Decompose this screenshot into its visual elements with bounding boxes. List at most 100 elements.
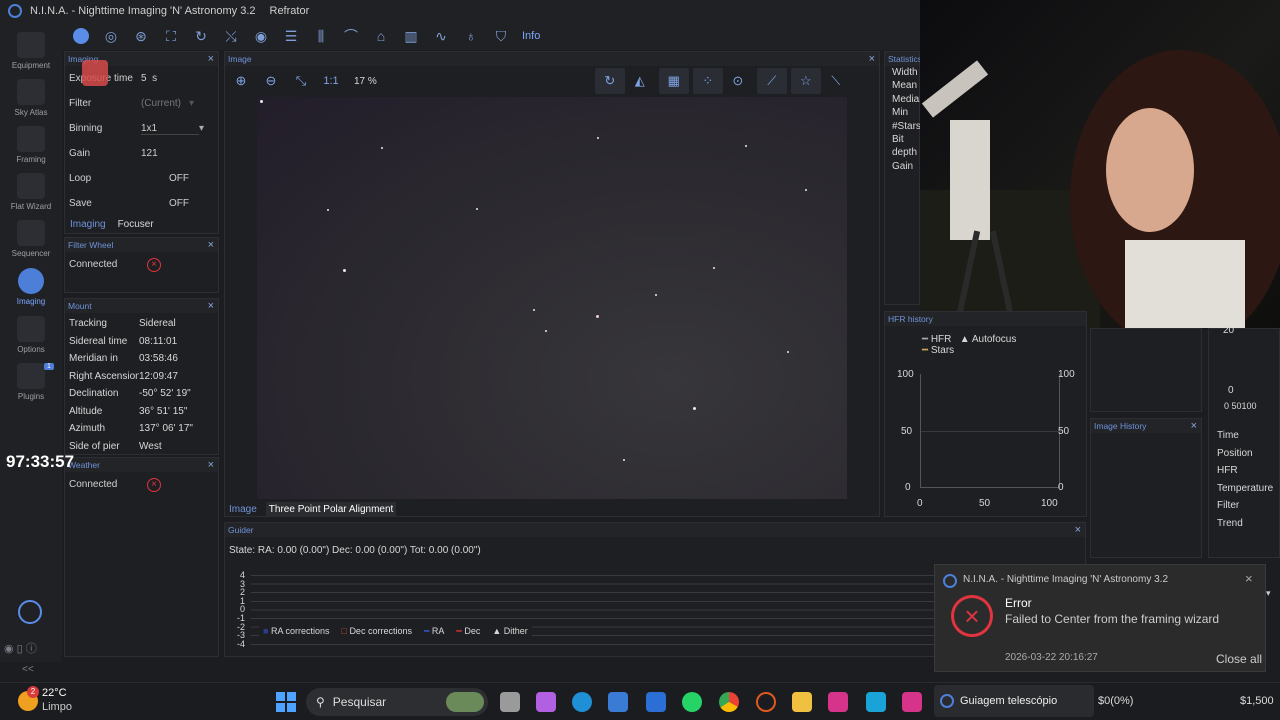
star-detect-icon[interactable]: ⁘	[692, 68, 723, 94]
close-icon[interactable]: ×	[869, 53, 875, 65]
target-tool-button[interactable]: ◉	[248, 26, 274, 46]
store-icon[interactable]	[608, 692, 628, 712]
window-title: N.I.N.A. - Nighttime Imaging 'N' Astrono…	[30, 5, 256, 17]
mount-row: Azimuth 137° 06' 17"	[69, 423, 193, 435]
app-icon[interactable]	[828, 692, 848, 712]
save-toggle[interactable]: OFF	[169, 198, 189, 209]
filter-wheel-panel: Filter Wheel × Connected ×	[64, 237, 219, 293]
close-icon[interactable]: ×	[1191, 420, 1197, 432]
sequence-tool-button[interactable]: ☰	[278, 26, 304, 46]
nav-equipment[interactable]: Equipment	[0, 32, 62, 70]
close-all-button[interactable]: Close all	[1216, 652, 1262, 666]
toast-app-name: N.I.N.A. - Nighttime Imaging 'N' Astrono…	[963, 574, 1168, 585]
webcam-feed	[920, 50, 1280, 328]
chart-tool-button[interactable]: ▥	[398, 26, 424, 46]
binning-label: Binning	[69, 123, 103, 134]
gain-label: Gain	[69, 148, 91, 159]
nav-flat-wizard[interactable]: Flat Wizard	[0, 173, 62, 211]
disconnected-icon[interactable]: ×	[147, 257, 161, 272]
levels-tool-button[interactable]: ⫼	[308, 26, 334, 46]
chrome-icon[interactable]	[719, 692, 739, 712]
ticker-1: $0(0%)	[1098, 695, 1134, 707]
crosshair-icon[interactable]: ⊙	[723, 68, 753, 94]
zoom-1-1-button[interactable]: 1:1	[316, 68, 346, 94]
filter-wheel-tool-button[interactable]: ◎	[98, 26, 124, 46]
tab-focuser[interactable]: Focuser	[115, 217, 157, 232]
nav-imaging[interactable]: Imaging	[0, 268, 62, 306]
taskbar-active-app[interactable]: Guiagem telescópio	[934, 685, 1094, 717]
app-icon[interactable]	[866, 692, 886, 712]
rotator-tool-button[interactable]: ↻	[188, 26, 214, 46]
flip-icon[interactable]: ◭	[625, 68, 655, 94]
nina-logo-icon	[8, 4, 22, 18]
file-explorer-icon[interactable]	[792, 692, 812, 712]
close-icon[interactable]: ×	[208, 53, 214, 65]
taskbar-search[interactable]: ⚲ Pesquisar	[306, 688, 488, 716]
nav-sky-atlas[interactable]: Sky Atlas	[0, 79, 62, 117]
stretch-icon[interactable]: ⟋	[756, 68, 787, 94]
left-navigation: Equipment Sky Atlas Framing Flat Wizard …	[0, 22, 62, 675]
close-icon[interactable]: ×	[208, 239, 214, 251]
close-icon[interactable]: ×	[208, 459, 214, 471]
edge-icon[interactable]	[572, 692, 592, 712]
focuser-tool-button[interactable]: ⊛	[128, 26, 154, 46]
exposure-input[interactable]: 5 s	[141, 73, 157, 84]
captured-image[interactable]	[257, 97, 847, 499]
app-icon[interactable]	[646, 692, 666, 712]
toast-timestamp: 2026-03-22 20:16:27	[1005, 652, 1098, 663]
disconnected-icon[interactable]: ×	[147, 477, 161, 492]
binning-select[interactable]: 1x1	[141, 123, 199, 135]
zoom-out-button[interactable]: ⊖	[256, 68, 286, 94]
annotate-icon[interactable]: ⟍	[821, 68, 851, 94]
copilot-icon[interactable]	[536, 692, 556, 712]
nav-options[interactable]: Options	[0, 316, 62, 354]
nav-framing[interactable]: Framing	[0, 126, 62, 164]
camera-tool-button[interactable]	[68, 26, 94, 46]
error-notification: N.I.N.A. - Nighttime Imaging 'N' Astrono…	[934, 564, 1266, 672]
footer-icons: ◉ ▯ ⓘ	[4, 643, 37, 655]
close-icon[interactable]: ×	[1075, 524, 1081, 536]
ticker-2: $1,500	[1240, 695, 1274, 707]
nav-sequencer[interactable]: Sequencer	[0, 220, 62, 258]
app-icon[interactable]	[756, 692, 776, 712]
hfr-history-panel: HFR history ━ HFR ▲ Autofocus ━ Stars 10…	[884, 311, 1087, 517]
grid-icon[interactable]: ▦	[658, 68, 689, 94]
info-button[interactable]: Info	[522, 30, 540, 42]
bulb-tool-button[interactable]: ♁	[458, 26, 484, 46]
observatory-tool-button[interactable]: ⌂	[368, 26, 394, 46]
weather-panel: Weather × Connected ×	[64, 457, 219, 657]
power-button[interactable]	[18, 600, 42, 624]
wave-tool-button[interactable]: ∿	[428, 26, 454, 46]
guider-tool-button[interactable]: ⤯	[218, 26, 244, 46]
tab-image[interactable]: Image	[226, 502, 260, 517]
gain-input[interactable]: 121	[141, 148, 158, 159]
rotate-icon[interactable]: ↻	[594, 68, 625, 94]
plugins-badge: 1	[44, 363, 54, 370]
shield-tool-button[interactable]: ⛉	[488, 26, 514, 46]
toast-close-icon[interactable]: ×	[1245, 571, 1253, 586]
tab-imaging[interactable]: Imaging	[67, 217, 109, 232]
windows-taskbar: 2 22°C Limpo ⚲ Pesquisar Guiagem telescóp…	[0, 682, 1280, 720]
loop-toggle[interactable]: OFF	[169, 173, 189, 184]
collapse-nav-button[interactable]: <<	[22, 664, 34, 675]
imaging-icon	[18, 268, 44, 294]
zoom-in-button[interactable]: ⊕	[226, 68, 256, 94]
search-icon: ⚲	[316, 695, 325, 709]
telescope-tool-button[interactable]: ⛶	[158, 26, 184, 46]
hfr-history-title: HFR history	[888, 314, 933, 324]
windows-start-icon[interactable]	[276, 692, 296, 712]
camera-icon	[73, 28, 89, 44]
star-icon[interactable]: ☆	[790, 68, 821, 94]
task-view-icon[interactable]	[500, 692, 520, 712]
close-icon[interactable]: ×	[208, 300, 214, 312]
whatsapp-icon[interactable]	[682, 692, 702, 712]
mount-row: Sidereal time 08:11:01	[69, 335, 178, 347]
nav-plugins[interactable]: Plugins 1	[0, 363, 62, 401]
filter-select[interactable]: (Current)	[141, 98, 181, 109]
fit-button[interactable]: ⤡	[286, 68, 316, 94]
app-icon[interactable]	[902, 692, 922, 712]
focuser-history-panel: 20 0 0 50100 Time Position HFR Temperature F…	[1208, 325, 1280, 558]
scroll-arrow-icon[interactable]: ▾	[1266, 588, 1271, 599]
tab-three-point-polar-alignment[interactable]: Three Point Polar Alignment	[265, 502, 397, 517]
dome-tool-button[interactable]: ⌒	[338, 26, 364, 46]
